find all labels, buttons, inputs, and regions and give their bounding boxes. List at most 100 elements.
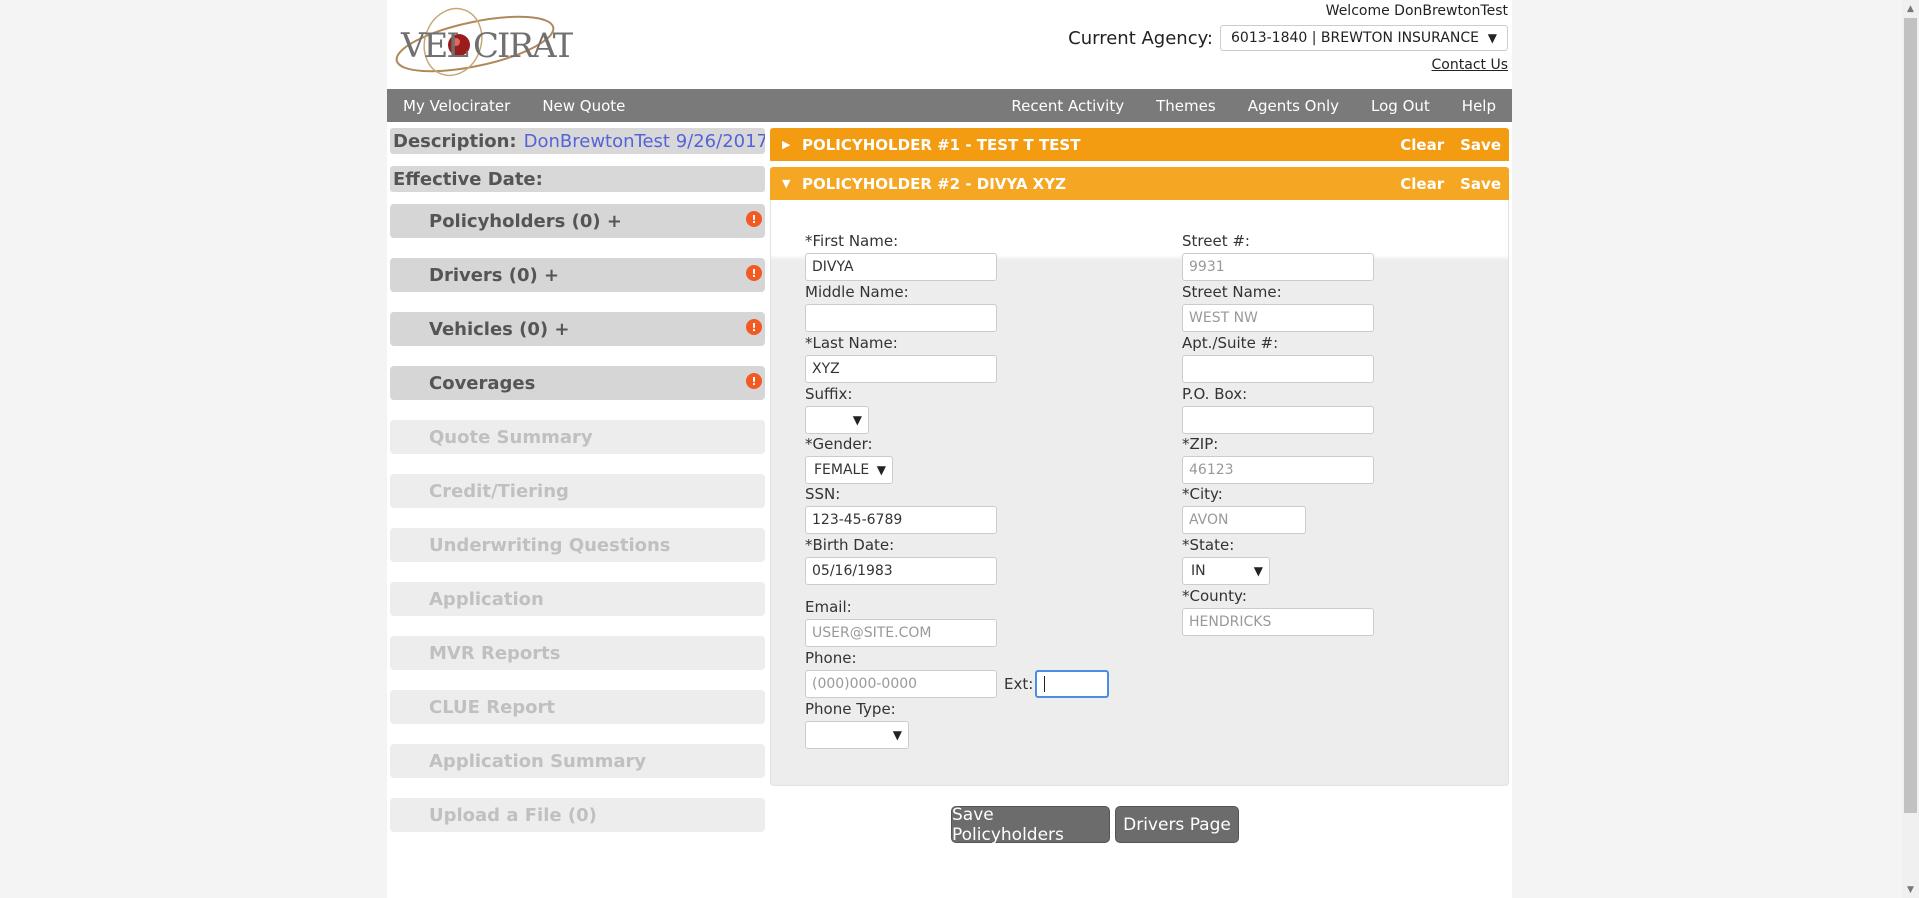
policyholder-1-clear-button[interactable]: Clear (1400, 136, 1444, 154)
state-select[interactable]: IN ▼ (1182, 557, 1270, 585)
street-number-label: Street #: (1182, 232, 1250, 250)
ssn-input[interactable]: 123-45-6789 (805, 506, 997, 534)
policyholder-1-header[interactable]: ▶ POLICYHOLDER #1 - TEST T TEST Clear Sa… (770, 128, 1509, 161)
nav-themes[interactable]: Themes (1140, 97, 1232, 115)
sidebar-item-application: Application (390, 582, 765, 616)
zip-input[interactable]: 46123 (1182, 456, 1374, 484)
birth-date-input[interactable]: 05/16/1983 (805, 557, 997, 585)
scroll-up-arrow-icon[interactable]: ▲ (1902, 0, 1919, 17)
city-label: *City: (1182, 485, 1223, 503)
nav-agents-only[interactable]: Agents Only (1232, 97, 1355, 115)
phone-type-label: Phone Type: (805, 700, 896, 718)
birth-date-label: *Birth Date: (805, 536, 895, 554)
sidebar-item-upload-a-file: Upload a File (0) (390, 798, 765, 832)
scroll-thumb[interactable] (1904, 18, 1917, 813)
po-box-input[interactable] (1182, 406, 1374, 434)
description-value[interactable]: DonBrewtonTest 9/26/2017 ... (524, 131, 765, 152)
sidebar-item-quote-summary: Quote Summary (390, 420, 765, 454)
county-input[interactable]: HENDRICKS (1182, 608, 1374, 636)
sidebar-item-label: Vehicles (0) + (429, 318, 570, 340)
last-name-input[interactable]: XYZ (805, 355, 997, 383)
nav-recent-activity[interactable]: Recent Activity (995, 97, 1140, 115)
top-nav-bar: My Velocirater New Quote Recent Activity… (387, 89, 1512, 122)
sidebar-item-policyholders[interactable]: Policyholders (0) +! (390, 204, 765, 238)
effective-date-label: Effective Date: (393, 168, 543, 190)
dropdown-caret-icon: ▼ (1253, 564, 1263, 578)
dropdown-caret-icon: ▼ (876, 463, 886, 477)
policyholder-1-save-button[interactable]: Save (1460, 136, 1501, 154)
save-policyholders-button[interactable]: Save Policyholders (951, 805, 1110, 845)
sidebar-item-label: Quote Summary (429, 426, 593, 448)
sidebar-item-underwriting-questions: Underwriting Questions (390, 528, 765, 562)
text-cursor (1044, 676, 1045, 692)
gender-label: *Gender: (805, 435, 873, 453)
phone-input[interactable]: (000)000-0000 (805, 670, 997, 698)
policyholder-2-title: POLICYHOLDER #2 - DIVYA XYZ (802, 174, 1066, 193)
nav-new-quote[interactable]: New Quote (526, 97, 641, 115)
svg-text:VEL: VEL (400, 26, 468, 66)
logo-graphic: VEL CIRATER (395, 7, 625, 77)
welcome-text: Welcome DonBrewtonTest (1325, 3, 1508, 19)
nav-help[interactable]: Help (1446, 97, 1512, 115)
sidebar-nav-list: Policyholders (0) +! Drivers (0) +! Vehicl… (390, 204, 765, 832)
sidebar-item-label: Credit/Tiering (429, 480, 569, 502)
zip-label: *ZIP: (1182, 435, 1219, 453)
velocirater-logo[interactable]: VEL CIRATER (393, 2, 625, 84)
ext-label: Ext: (1004, 675, 1034, 693)
collapsed-arrow-icon: ▶ (782, 138, 791, 151)
dropdown-caret-icon: ▼ (1487, 31, 1497, 45)
scroll-down-arrow-icon[interactable]: ▼ (1902, 881, 1919, 898)
city-input[interactable]: AVON (1182, 506, 1306, 534)
contact-us-link[interactable]: Contact Us (1432, 57, 1508, 73)
sidebar-item-credit-tiering: Credit/Tiering (390, 474, 765, 508)
first-name-input[interactable]: DIVYA (805, 253, 997, 281)
agency-value: 6013-1840 | BREWTON INSURANCE (1231, 30, 1480, 46)
ssn-label: SSN: (805, 485, 841, 503)
apt-suite-input[interactable] (1182, 355, 1374, 383)
dropdown-caret-icon: ▼ (892, 728, 902, 742)
nav-my-velocirater[interactable]: My Velocirater (387, 97, 526, 115)
current-agency: Current Agency: 6013-1840 | BREWTON INSU… (1068, 25, 1508, 51)
policyholder-2-header[interactable]: ▼ POLICYHOLDER #2 - DIVYA XYZ Clear Save (770, 167, 1509, 200)
description-label: Description: (393, 130, 517, 152)
suffix-select[interactable]: ▼ (805, 406, 869, 434)
phone-type-select[interactable]: ▼ (805, 721, 909, 749)
sidebar-item-application-summary: Application Summary (390, 744, 765, 778)
gender-select[interactable]: FEMALE ▼ (805, 456, 893, 484)
policyholder-2-clear-button[interactable]: Clear (1400, 175, 1444, 193)
street-name-input[interactable]: WEST NW (1182, 304, 1374, 332)
nav-log-out[interactable]: Log Out (1355, 97, 1446, 115)
quote-sidebar: Description: DonBrewtonTest 9/26/2017 ..… (390, 128, 765, 832)
drivers-page-button[interactable]: Drivers Page (1115, 806, 1239, 843)
email-label: Email: (805, 598, 852, 616)
suffix-label: Suffix: (805, 385, 853, 403)
sidebar-item-mvr-reports: MVR Reports (390, 636, 765, 670)
po-box-label: P.O. Box: (1182, 385, 1248, 403)
sidebar-item-clue-report: CLUE Report (390, 690, 765, 724)
agency-label: Current Agency: (1068, 27, 1213, 49)
svg-text:CIRATER: CIRATER (473, 26, 573, 66)
policyholder-2-form: *First Name: DIVYA Middle Name: *Last Na… (770, 200, 1509, 786)
middle-name-input[interactable] (805, 304, 997, 332)
middle-name-label: Middle Name: (805, 283, 909, 301)
policyholder-1-title: POLICYHOLDER #1 - TEST T TEST (802, 135, 1081, 154)
last-name-label: *Last Name: (805, 334, 898, 352)
county-label: *County: (1182, 587, 1247, 605)
sidebar-item-label: CLUE Report (429, 696, 556, 718)
state-value: IN (1191, 563, 1206, 579)
policyholder-main: ▶ POLICYHOLDER #1 - TEST T TEST Clear Sa… (770, 128, 1509, 786)
street-number-input[interactable]: 9931 (1182, 253, 1374, 281)
sidebar-item-coverages[interactable]: Coverages! (390, 366, 765, 400)
expanded-arrow-icon: ▼ (782, 177, 791, 190)
sidebar-item-drivers[interactable]: Drivers (0) +! (390, 258, 765, 292)
dropdown-caret-icon: ▼ (852, 413, 862, 427)
policyholder-2-save-button[interactable]: Save (1460, 175, 1501, 193)
agency-select[interactable]: 6013-1840 | BREWTON INSURANCE ▼ (1220, 25, 1508, 51)
email-input[interactable]: USER@SITE.COM (805, 619, 997, 647)
state-label: *State: (1182, 536, 1235, 554)
ext-input[interactable] (1035, 670, 1109, 698)
vertical-scrollbar[interactable]: ▲ ▼ (1902, 0, 1919, 898)
effective-date-box: Effective Date: (390, 166, 765, 192)
description-box: Description: DonBrewtonTest 9/26/2017 ..… (390, 128, 765, 154)
sidebar-item-vehicles[interactable]: Vehicles (0) +! (390, 312, 765, 346)
